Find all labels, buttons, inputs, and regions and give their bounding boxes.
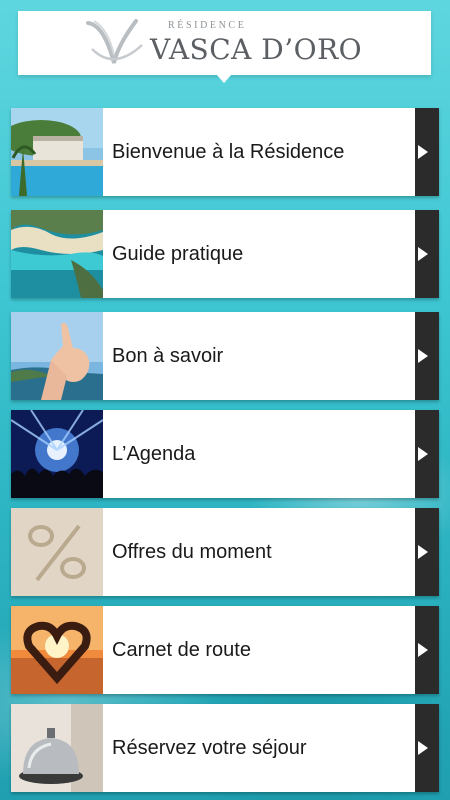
thumbs-up-photo <box>11 312 103 400</box>
chevron-right-icon[interactable] <box>415 108 439 196</box>
menu-item-reservez[interactable]: Réservez votre séjour <box>11 704 439 792</box>
aerial-coast-photo <box>11 210 103 298</box>
menu-item-offres[interactable]: Offres du moment <box>11 508 439 596</box>
menu-item-label: Carnet de route <box>112 639 251 661</box>
menu-item-carnet-de-route[interactable]: Carnet de route <box>11 606 439 694</box>
chevron-right-icon[interactable] <box>415 210 439 298</box>
menu-item-label: Guide pratique <box>112 243 244 265</box>
resort-pool-photo <box>11 108 103 196</box>
menu-item-label: Réservez votre séjour <box>112 737 307 759</box>
menu-item-bienvenue[interactable]: Bienvenue à la Résidence <box>11 108 439 196</box>
app-header: RÉSIDENCE VASCA D’ORO <box>18 11 431 75</box>
menu-item-guide-pratique[interactable]: Guide pratique <box>11 210 439 298</box>
menu-item-label: L’Agenda <box>112 443 196 465</box>
logo-title: VASCA D’ORO <box>150 33 363 66</box>
chevron-right-icon[interactable] <box>415 606 439 694</box>
concert-photo <box>11 410 103 498</box>
reception-bell-photo <box>11 704 103 792</box>
header-pointer <box>216 74 232 83</box>
heart-hands-sunset-photo <box>11 606 103 694</box>
menu-item-agenda[interactable]: L’Agenda <box>11 410 439 498</box>
chevron-right-icon[interactable] <box>415 508 439 596</box>
logo-subtitle: RÉSIDENCE <box>168 20 247 31</box>
menu-item-label: Offres du moment <box>112 541 272 563</box>
logo-v-icon <box>86 19 143 64</box>
chevron-right-icon[interactable] <box>415 312 439 400</box>
menu-item-label: Bienvenue à la Résidence <box>112 141 345 163</box>
sand-percent-photo <box>11 508 103 596</box>
chevron-right-icon[interactable] <box>415 704 439 792</box>
chevron-right-icon[interactable] <box>415 410 439 498</box>
menu-item-label: Bon à savoir <box>112 345 224 367</box>
menu-item-bon-a-savoir[interactable]: Bon à savoir <box>11 312 439 400</box>
